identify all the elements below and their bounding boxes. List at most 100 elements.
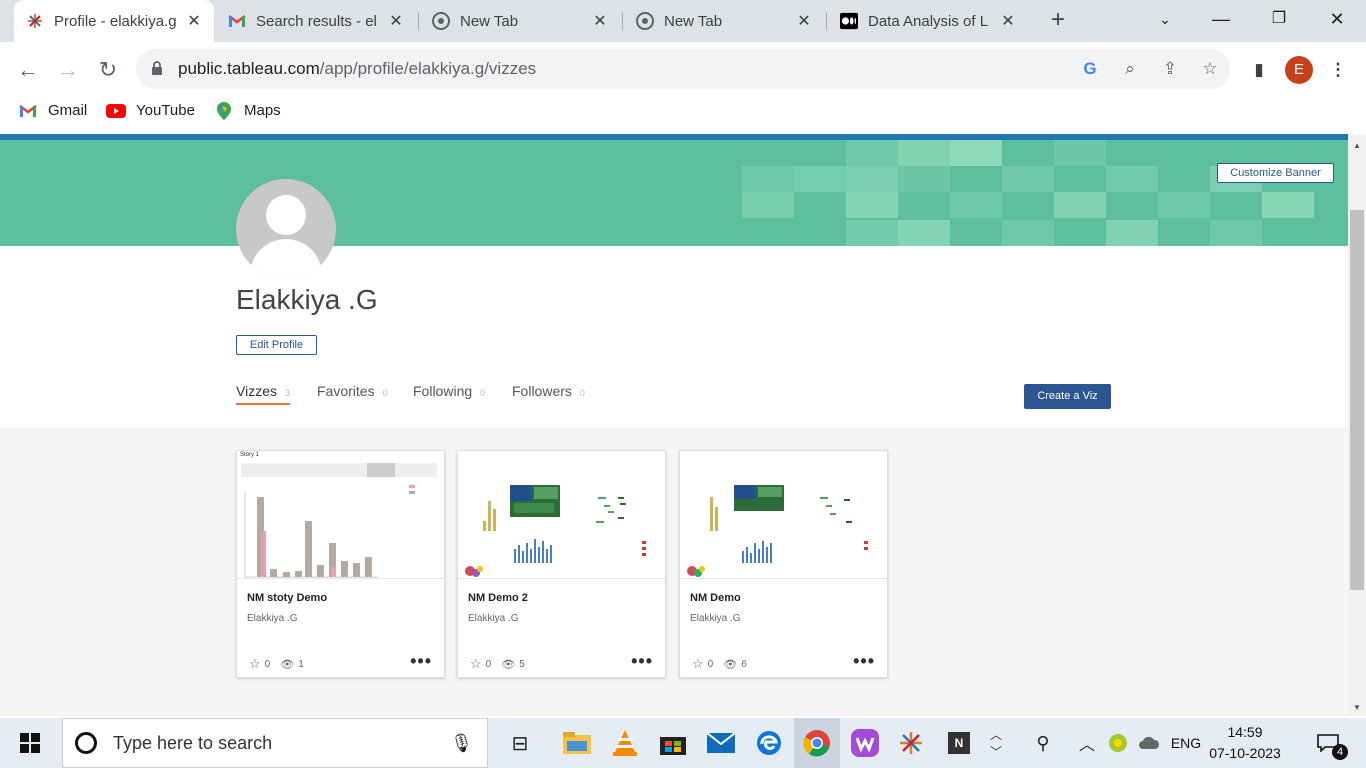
tab-data-analysis[interactable]: Data Analysis of L ✕ (828, 0, 1028, 42)
favorite-star-icon[interactable]: ☆ (692, 656, 704, 672)
more-options-icon[interactable]: ••• (853, 651, 875, 672)
tab-favorites[interactable]: Favorites 0 (317, 383, 388, 405)
people-icon[interactable]: ⚲ (1030, 718, 1056, 768)
tab-profile[interactable]: Profile - elakkiya.g ✕ (14, 0, 214, 42)
side-panel-icon[interactable]: ▮ (1247, 58, 1271, 82)
taskbar-overflow-icon[interactable]: ︿ ﹀ (986, 718, 1006, 768)
file-explorer-icon[interactable] (560, 718, 594, 768)
create-viz-button[interactable]: Create a Viz (1024, 384, 1111, 409)
banner-tile (1002, 166, 1054, 192)
banner-tile (1262, 192, 1314, 218)
favorites-count: 0 (707, 658, 714, 670)
viz-author[interactable]: Elakkiya .G (690, 613, 741, 624)
views-count: 5 (519, 658, 525, 670)
url-domain: public.tableau.com (178, 59, 320, 78)
onedrive-cloud-icon[interactable] (1136, 718, 1162, 768)
viz-author[interactable]: Elakkiya .G (468, 613, 519, 624)
zoom-icon[interactable]: ⌕ (1118, 57, 1142, 81)
viz-thumbnail[interactable]: Story 1 (237, 451, 444, 579)
edit-profile-button[interactable]: Edit Profile (236, 335, 317, 355)
favorite-star-icon[interactable]: ☆ (470, 656, 482, 672)
banner-tile (1054, 140, 1106, 166)
forward-arrow-icon[interactable]: → (50, 52, 86, 88)
system-clock[interactable]: 14:59 07-10-2023 (1205, 722, 1285, 764)
scroll-down-arrow-icon[interactable]: ▼ (1348, 700, 1366, 716)
banner-tile (950, 192, 1002, 218)
tab-title: New Tab (664, 12, 723, 30)
viz-card[interactable]: NM Demo 2 Elakkiya .G ☆ 0 👁 5 ••• (457, 450, 666, 678)
windows-start-icon[interactable] (14, 718, 46, 768)
tab-count: 0 (579, 388, 585, 398)
back-arrow-icon[interactable]: ← (10, 52, 46, 88)
show-hidden-icons-chevron[interactable]: ︿ (1076, 718, 1098, 768)
wps-office-icon[interactable] (848, 718, 882, 768)
viz-thumbnail[interactable] (680, 451, 887, 579)
banner-tile (1002, 220, 1054, 246)
viz-title[interactable]: NM stoty Demo (247, 592, 327, 604)
banner-tile (742, 192, 794, 218)
scroll-thumb[interactable] (1350, 210, 1364, 590)
language-indicator[interactable]: ENG (1166, 718, 1206, 768)
minimize-icon[interactable]: — (1198, 0, 1244, 38)
viz-thumbnail[interactable] (458, 451, 665, 579)
edge-icon[interactable] (752, 718, 786, 768)
bookmark-gmail[interactable]: Gmail (18, 102, 87, 119)
notifications-icon[interactable]: 4 (1310, 718, 1348, 768)
customize-banner-button[interactable]: Customize Banner (1217, 163, 1334, 183)
tab-vizzes[interactable]: Vizzes 3 (236, 383, 290, 405)
favorite-star-icon[interactable]: ☆ (249, 656, 261, 672)
tableau-icon (26, 12, 44, 30)
mail-icon[interactable] (704, 718, 738, 768)
profile-avatar[interactable]: E (1285, 56, 1313, 84)
url-text[interactable]: public.tableau.com/app/profile/elakkiya.… (178, 59, 536, 79)
more-options-icon[interactable]: ••• (410, 651, 432, 672)
tab-new-tab-2[interactable]: New Tab ✕ (624, 0, 824, 42)
app-tray-icon[interactable] (1106, 718, 1130, 768)
tab-count: 0 (382, 388, 388, 398)
tableau-profile-page: Customize Banner Elakkiya .G Edit Profil… (0, 134, 1348, 716)
tab-search-chevron-icon[interactable]: ⌄ (1142, 0, 1188, 38)
address-bar[interactable]: public.tableau.com/app/profile/elakkiya.… (136, 49, 1230, 89)
close-window-icon[interactable]: ✕ (1314, 0, 1360, 38)
views-eye-icon: 👁 (723, 658, 738, 671)
share-icon[interactable]: ⇪ (1158, 57, 1182, 81)
notion-icon[interactable]: N (944, 718, 974, 768)
tableau-taskbar-icon[interactable] (894, 718, 928, 768)
new-tab-plus-icon[interactable]: + (1044, 7, 1072, 35)
close-tab-icon[interactable]: ✕ (388, 11, 404, 31)
lock-icon (152, 61, 162, 75)
taskbar-search-box[interactable]: Type here to search 🎙 (62, 718, 488, 768)
tab-following[interactable]: Following 0 (413, 383, 485, 405)
maps-icon (214, 101, 234, 120)
scroll-up-arrow-icon[interactable]: ▲ (1348, 138, 1366, 154)
viz-author[interactable]: Elakkiya .G (247, 613, 298, 624)
tab-title: Profile - elakkiya.g (54, 12, 177, 30)
bookmark-maps[interactable]: Maps (214, 101, 281, 120)
vlc-icon[interactable] (608, 718, 642, 768)
views-count: 6 (741, 658, 747, 670)
google-icon[interactable]: G (1078, 57, 1102, 81)
menu-kebab-icon[interactable]: ⋮ (1326, 58, 1350, 82)
tab-followers[interactable]: Followers 0 (512, 383, 585, 405)
restore-icon[interactable]: ❐ (1256, 0, 1302, 38)
bookmark-youtube[interactable]: YouTube (106, 102, 195, 119)
close-tab-icon[interactable]: ✕ (796, 11, 812, 31)
viz-title[interactable]: NM Demo 2 (468, 592, 528, 604)
close-tab-icon[interactable]: ✕ (1000, 11, 1016, 31)
microsoft-store-icon[interactable] (656, 718, 690, 768)
page-scrollbar[interactable]: ▲ ▼ (1348, 134, 1366, 716)
tab-new-tab-1[interactable]: New Tab ✕ (420, 0, 620, 42)
close-tab-icon[interactable]: ✕ (186, 11, 202, 31)
tab-gmail-search[interactable]: Search results - el ✕ (216, 0, 416, 42)
reload-icon[interactable]: ↻ (90, 52, 126, 88)
viz-title[interactable]: NM Demo (690, 592, 741, 604)
more-options-icon[interactable]: ••• (631, 651, 653, 672)
viz-card[interactable]: NM Demo Elakkiya .G ☆ 0 👁 6 ••• (679, 450, 888, 678)
bookmark-star-icon[interactable]: ☆ (1198, 57, 1222, 81)
tab-label: Followers (512, 383, 572, 399)
chrome-taskbar-icon[interactable] (794, 718, 840, 768)
viz-card[interactable]: Story 1 NM stoty Demo Elakkiya .G ☆ 0 👁 … (236, 450, 445, 678)
close-tab-icon[interactable]: ✕ (592, 11, 608, 31)
task-view-icon[interactable]: ⊟ (506, 718, 534, 768)
microphone-icon[interactable]: 🎙 (450, 733, 473, 754)
